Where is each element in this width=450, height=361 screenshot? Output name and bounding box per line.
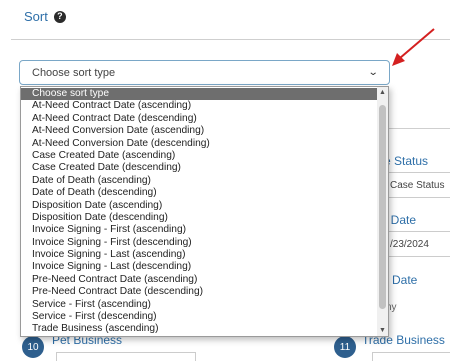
sort-option[interactable]: Pre-Need Contract Date (descending): [21, 286, 378, 298]
section-number-10: 10: [22, 336, 44, 358]
date-field[interactable]: /23/2024: [384, 231, 450, 257]
divider: [11, 39, 450, 40]
sort-option[interactable]: Case Created Date (descending): [21, 162, 378, 174]
sort-option[interactable]: Invoice Signing - First (ascending): [21, 224, 378, 236]
sort-option[interactable]: Disposition Date (ascending): [21, 200, 378, 212]
sort-option[interactable]: Invoice Signing - First (descending): [21, 237, 378, 249]
sort-option[interactable]: Invoice Signing - Last (descending): [21, 261, 378, 273]
sort-option[interactable]: Service - First (ascending): [21, 299, 378, 311]
sort-option[interactable]: At-Need Contract Date (ascending): [21, 100, 378, 112]
scroll-up-icon[interactable]: ▲: [377, 87, 388, 98]
sort-option[interactable]: Invoice Signing - Last (ascending): [21, 249, 378, 261]
sort-option[interactable]: At-Need Conversion Date (ascending): [21, 125, 378, 137]
chevron-down-icon: ⌄: [367, 67, 379, 78]
sort-options-list: Choose sort type At-Need Contract Date (a…: [21, 88, 378, 336]
scrollbar[interactable]: ▲ ▼: [377, 87, 388, 336]
sort-option[interactable]: At-Need Contract Date (descending): [21, 113, 378, 125]
sort-select-value: Choose sort type: [32, 66, 116, 79]
pet-business-field[interactable]: [56, 352, 196, 361]
sort-title: Sort: [24, 9, 48, 24]
scroll-down-icon[interactable]: ▼: [377, 325, 388, 336]
sort-option[interactable]: Case Created Date (ascending): [21, 150, 378, 162]
case-status-label: e Status: [384, 154, 429, 168]
sort-type-dropdown[interactable]: Choose sort type At-Need Contract Date (a…: [20, 86, 389, 337]
sort-option[interactable]: At-Need Conversion Date (descending): [21, 138, 378, 150]
trade-business-field[interactable]: [372, 352, 450, 361]
sort-option[interactable]: Date of Death (ascending): [21, 175, 378, 187]
annotation-arrow-icon: [392, 28, 435, 66]
case-status-field[interactable]: Case Status: [384, 172, 450, 198]
sort-type-select[interactable]: Choose sort type ⌄: [19, 60, 390, 85]
date-label-2: Date: [392, 273, 418, 287]
sort-option[interactable]: Choose sort type: [21, 88, 378, 101]
case-status-value: Case Status: [390, 180, 445, 191]
sort-header: Sort ?: [24, 9, 66, 24]
date-value: /23/2024: [390, 239, 429, 250]
sort-option[interactable]: Date of Death (descending): [21, 187, 378, 199]
sort-option[interactable]: Service - First (descending): [21, 311, 378, 323]
sort-option[interactable]: Pre-Need Contract Date (ascending): [21, 274, 378, 286]
scrollbar-thumb[interactable]: [379, 105, 386, 309]
sort-option[interactable]: Trade Business (ascending): [21, 323, 378, 335]
section-number-11: 11: [334, 336, 356, 358]
sort-option[interactable]: Disposition Date (descending): [21, 212, 378, 224]
help-icon[interactable]: ?: [53, 10, 66, 23]
